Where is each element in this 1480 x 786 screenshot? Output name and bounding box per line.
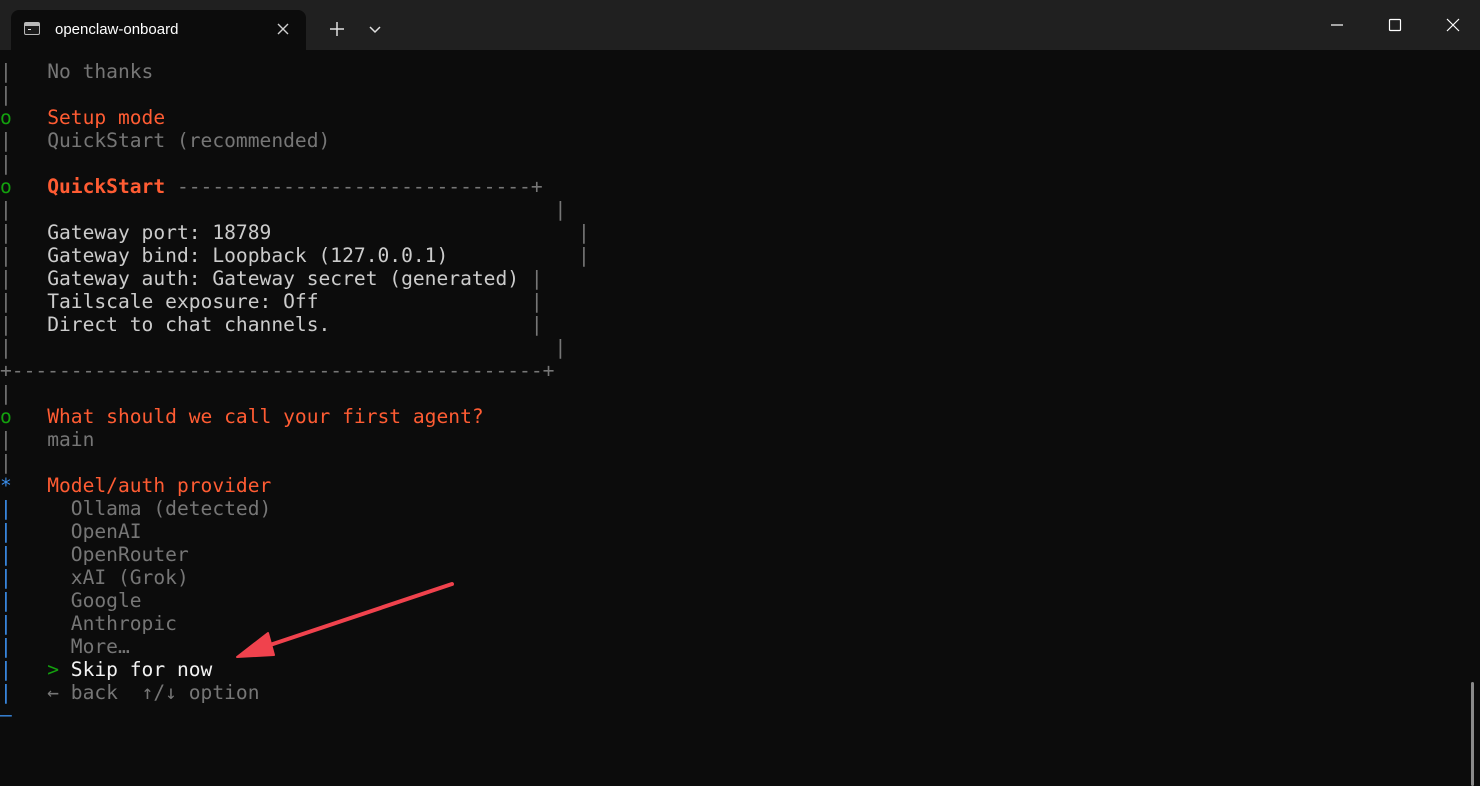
annotation-arrow (236, 582, 454, 658)
